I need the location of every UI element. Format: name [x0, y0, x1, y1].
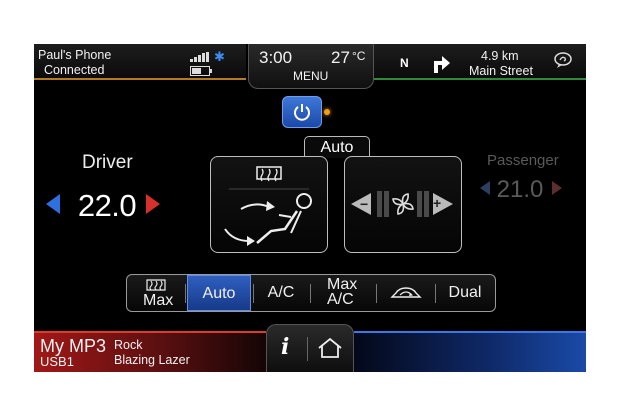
climate-power-button[interactable]: [282, 96, 322, 128]
driver-temperature: 22.0: [77, 188, 137, 223]
turn-right-icon: [434, 56, 450, 73]
nav-street: Main Street: [469, 64, 533, 78]
divider: [376, 284, 377, 303]
outside-temperature: 27: [331, 48, 350, 67]
max-ac-button[interactable]: Max A/C: [313, 275, 373, 311]
menu-label: MENU: [293, 69, 329, 83]
fan-speed-control: − +: [344, 156, 462, 253]
max-ac-label-bottom: A/C: [327, 291, 354, 308]
compass-heading: N: [400, 56, 409, 70]
info-icon[interactable]: i: [281, 334, 289, 360]
clock: 3:00: [259, 48, 293, 67]
bluetooth-icon: ✱: [214, 49, 225, 64]
media-device: USB1: [40, 354, 74, 369]
divider: [185, 284, 186, 303]
climate-panel-tab[interactable]: [354, 331, 586, 372]
phone-status: Connected: [44, 63, 105, 77]
media-title: Blazing Lazer: [114, 353, 190, 367]
driver-temp-down-button[interactable]: [46, 194, 60, 214]
menu-button[interactable]: 3:00 27 °C MENU: [248, 44, 374, 89]
max-defrost-button[interactable]: Max: [133, 275, 179, 311]
airflow-seat-icon: [224, 166, 312, 246]
media-source: My MP3: [40, 336, 107, 356]
top-bar: Paul's Phone Connected ✱ 3:00 27 °C MENU…: [34, 44, 586, 89]
divider: [307, 337, 308, 361]
nav-distance: 4.9 km: [481, 49, 519, 63]
rear-defrost-icon: [146, 279, 166, 291]
temperature-unit: °C: [352, 49, 366, 63]
recirculation-button[interactable]: [379, 275, 433, 311]
passenger-temp-up-button[interactable]: [552, 181, 562, 195]
passenger-label: Passenger: [487, 152, 559, 169]
auto-climate-tab[interactable]: Auto: [304, 136, 370, 158]
divider: [435, 284, 436, 303]
recirculation-icon: [390, 287, 422, 298]
driver-temp-up-button[interactable]: [146, 194, 160, 214]
media-panel[interactable]: My MP3 USB1 Rock Blazing Lazer: [34, 331, 266, 372]
sync-touchscreen: Paul's Phone Connected ✱ 3:00 27 °C MENU…: [34, 44, 586, 372]
airflow-direction-button[interactable]: [210, 156, 328, 253]
battery-icon: [190, 66, 212, 76]
max-defrost-label: Max: [143, 292, 174, 309]
phone-name: Paul's Phone: [38, 48, 112, 62]
voice-command-icon[interactable]: [553, 51, 573, 69]
signal-strength-icon: [190, 52, 209, 62]
passenger-temperature: 21.0: [496, 176, 544, 203]
bottom-center-panel: i: [266, 324, 354, 372]
passenger-temp-down-button[interactable]: [480, 181, 490, 195]
home-icon[interactable]: [317, 337, 343, 359]
divider: [310, 284, 311, 303]
media-genre: Rock: [114, 338, 143, 352]
climate-mode-bar: Max Auto A/C Max A/C Dual: [126, 274, 496, 312]
dual-button[interactable]: Dual: [439, 275, 491, 311]
ac-button[interactable]: A/C: [255, 275, 307, 311]
power-indicator-led: [324, 109, 330, 115]
power-icon: [294, 104, 310, 121]
divider: [253, 284, 254, 303]
fan-icon: [377, 191, 429, 217]
plus-icon: +: [433, 195, 442, 211]
driver-label: Driver: [82, 152, 133, 173]
minus-icon: −: [360, 196, 369, 212]
phone-panel[interactable]: Paul's Phone Connected ✱: [34, 44, 246, 80]
auto-mode-button[interactable]: Auto: [187, 275, 251, 311]
